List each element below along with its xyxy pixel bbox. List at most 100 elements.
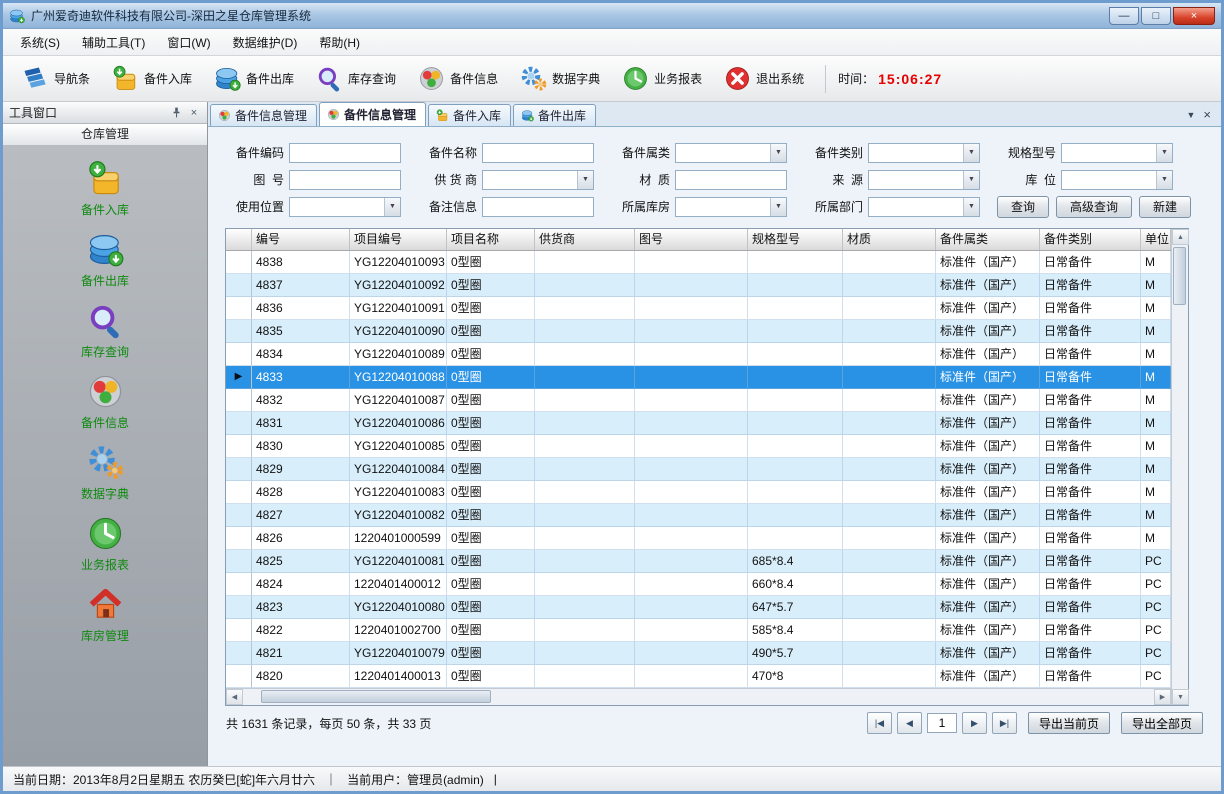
remark-input[interactable] — [482, 197, 594, 217]
sidebar-item-parts-out[interactable]: 备件出库 — [45, 231, 165, 289]
tab-parts-info-management-1[interactable]: 备件信息管理 — [210, 104, 317, 126]
export-all-pages-button[interactable]: 导出全部页 — [1121, 712, 1203, 734]
grid-header: 编号项目编号项目名称供货商图号规格型号材质备件属类备件类别单位 — [226, 229, 1171, 251]
toolbar-button-nav[interactable]: 导航条 — [13, 60, 99, 97]
parts-name-input[interactable] — [482, 143, 594, 163]
grid-header-cell[interactable]: 项目名称 — [447, 229, 535, 250]
material-input[interactable] — [675, 170, 787, 190]
table-row[interactable]: 4821YG122040100790型圈490*5.7标准件（国产）日常备件PC — [226, 642, 1171, 665]
hscroll-thumb[interactable] — [261, 690, 491, 703]
panel-close-icon[interactable]: × — [187, 106, 201, 120]
page-input[interactable] — [927, 713, 957, 733]
grid-header-cell[interactable]: 材质 — [843, 229, 936, 250]
supplier-select[interactable]: ▼ — [482, 170, 594, 190]
advanced-query-button[interactable]: 高级查询 — [1056, 196, 1132, 218]
grid-header-cell[interactable]: 备件类别 — [1040, 229, 1141, 250]
table-row[interactable]: 4832YG122040100870型圈标准件（国产）日常备件M — [226, 389, 1171, 412]
source-label: 来 源 — [801, 171, 863, 188]
sidebar-item-parts-info[interactable]: 备件信息 — [45, 373, 165, 431]
tab-close-icon[interactable]: × — [1203, 107, 1211, 122]
tab-list-dropdown-icon[interactable]: ▼ — [1186, 110, 1195, 120]
table-row[interactable]: 4831YG122040100860型圈标准件（国产）日常备件M — [226, 412, 1171, 435]
table-row[interactable]: ▶4833YG122040100880型圈标准件（国产）日常备件M — [226, 366, 1171, 389]
scroll-up-icon[interactable]: ▲ — [1172, 229, 1189, 245]
menu-help[interactable]: 帮助(H) — [308, 30, 371, 55]
toolbar-button-exit[interactable]: 退出系统 — [715, 60, 813, 97]
close-button[interactable]: × — [1173, 7, 1215, 25]
scroll-right-icon[interactable]: ▶ — [1154, 689, 1171, 705]
tab-parts-out[interactable]: 备件出库 — [513, 104, 596, 126]
table-cell: 标准件（国产） — [936, 665, 1040, 688]
drawing-no-input[interactable] — [289, 170, 401, 190]
tab-parts-in[interactable]: 备件入库 — [428, 104, 511, 126]
table-row[interactable]: 4838YG122040100930型圈标准件（国产）日常备件M — [226, 251, 1171, 274]
table-row[interactable]: 4825YG122040100810型圈685*8.4标准件（国产）日常备件PC — [226, 550, 1171, 573]
toolbar-button-parts-out[interactable]: 备件出库 — [205, 60, 303, 97]
table-row[interactable]: 4827YG122040100820型圈标准件（国产）日常备件M — [226, 504, 1171, 527]
toolbar-button-parts-info[interactable]: 备件信息 — [409, 60, 507, 97]
toolbar-button-stock-query[interactable]: 库存查询 — [307, 60, 405, 97]
toolbar-button-data-dict[interactable]: 数据字典 — [511, 60, 609, 97]
sidebar-item-parts-in[interactable]: 备件入库 — [45, 160, 165, 218]
table-cell — [535, 619, 635, 642]
first-page-button[interactable]: |◀ — [867, 712, 892, 734]
menu-system[interactable]: 系统(S) — [9, 30, 71, 55]
warehouse-management-panel-title[interactable]: 仓库管理 — [3, 124, 207, 146]
sidebar-item-warehouse[interactable]: 库房管理 — [45, 586, 165, 644]
grid-header-cell[interactable]: 规格型号 — [748, 229, 843, 250]
minimize-button[interactable]: — — [1109, 7, 1139, 25]
grid-header-cell[interactable]: 编号 — [252, 229, 350, 250]
grid-header-cell[interactable]: 供货商 — [535, 229, 635, 250]
table-row[interactable]: 482412204014000120型圈660*8.4标准件（国产）日常备件PC — [226, 573, 1171, 596]
table-row[interactable]: 4836YG122040100910型圈标准件（国产）日常备件M — [226, 297, 1171, 320]
sidebar-item-data-dict[interactable]: 数据字典 — [45, 444, 165, 502]
vscroll-thumb[interactable] — [1173, 247, 1186, 305]
table-row[interactable]: 4835YG122040100900型圈标准件（国产）日常备件M — [226, 320, 1171, 343]
menu-data-maintenance[interactable]: 数据维护(D) — [222, 30, 309, 55]
toolbar-button-label: 库存查询 — [348, 70, 396, 87]
pin-icon[interactable] — [169, 106, 183, 120]
parts-type-select[interactable]: ▼ — [868, 143, 980, 163]
tab-parts-info-management-2[interactable]: 备件信息管理 — [319, 102, 426, 126]
next-page-button[interactable]: ▶ — [962, 712, 987, 734]
maximize-button[interactable]: □ — [1141, 7, 1171, 25]
vertical-scrollbar[interactable]: ▲ ▼ — [1171, 229, 1188, 705]
location-select[interactable]: ▼ — [1061, 170, 1173, 190]
table-row[interactable]: 482212204010027000型圈585*8.4标准件（国产）日常备件PC — [226, 619, 1171, 642]
grid-header-cell[interactable]: 备件属类 — [936, 229, 1040, 250]
grid-header-cell[interactable]: 图号 — [635, 229, 748, 250]
menu-window[interactable]: 窗口(W) — [156, 30, 221, 55]
warehouse-select[interactable]: ▼ — [675, 197, 787, 217]
department-select[interactable]: ▼ — [868, 197, 980, 217]
horizontal-scrollbar[interactable]: ◀ ▶ — [226, 688, 1171, 705]
query-button[interactable]: 查询 — [997, 196, 1049, 218]
grid-header-cell[interactable]: 单位 — [1141, 229, 1171, 250]
export-current-page-button[interactable]: 导出当前页 — [1028, 712, 1110, 734]
select-value — [1062, 144, 1156, 162]
last-page-button[interactable]: ▶| — [992, 712, 1017, 734]
spec-select[interactable]: ▼ — [1061, 143, 1173, 163]
scroll-down-icon[interactable]: ▼ — [1172, 689, 1189, 705]
prev-page-button[interactable]: ◀ — [897, 712, 922, 734]
parts-category-select[interactable]: ▼ — [675, 143, 787, 163]
parts-code-input[interactable] — [289, 143, 401, 163]
sidebar-item-report[interactable]: 业务报表 — [45, 515, 165, 573]
table-row[interactable]: 4834YG122040100890型圈标准件（国产）日常备件M — [226, 343, 1171, 366]
table-row[interactable]: 482612204010005990型圈标准件（国产）日常备件M — [226, 527, 1171, 550]
table-row[interactable]: 482012204014000130型圈470*8标准件（国产）日常备件PC — [226, 665, 1171, 688]
table-cell: 4834 — [252, 343, 350, 366]
grid-header-cell[interactable]: 项目编号 — [350, 229, 447, 250]
table-row[interactable]: 4829YG122040100840型圈标准件（国产）日常备件M — [226, 458, 1171, 481]
menu-tools[interactable]: 辅助工具(T) — [71, 30, 156, 55]
use-position-select[interactable]: ▼ — [289, 197, 401, 217]
table-row[interactable]: 4828YG122040100830型圈标准件（国产）日常备件M — [226, 481, 1171, 504]
source-select[interactable]: ▼ — [868, 170, 980, 190]
sidebar-item-stock-query[interactable]: 库存查询 — [45, 302, 165, 360]
table-row[interactable]: 4823YG122040100800型圈647*5.7标准件（国产）日常备件PC — [226, 596, 1171, 619]
toolbar-button-parts-in[interactable]: 备件入库 — [103, 60, 201, 97]
table-row[interactable]: 4830YG122040100850型圈标准件（国产）日常备件M — [226, 435, 1171, 458]
toolbar-button-report[interactable]: 业务报表 — [613, 60, 711, 97]
table-row[interactable]: 4837YG122040100920型圈标准件（国产）日常备件M — [226, 274, 1171, 297]
new-button[interactable]: 新建 — [1139, 196, 1191, 218]
scroll-left-icon[interactable]: ◀ — [226, 689, 243, 705]
